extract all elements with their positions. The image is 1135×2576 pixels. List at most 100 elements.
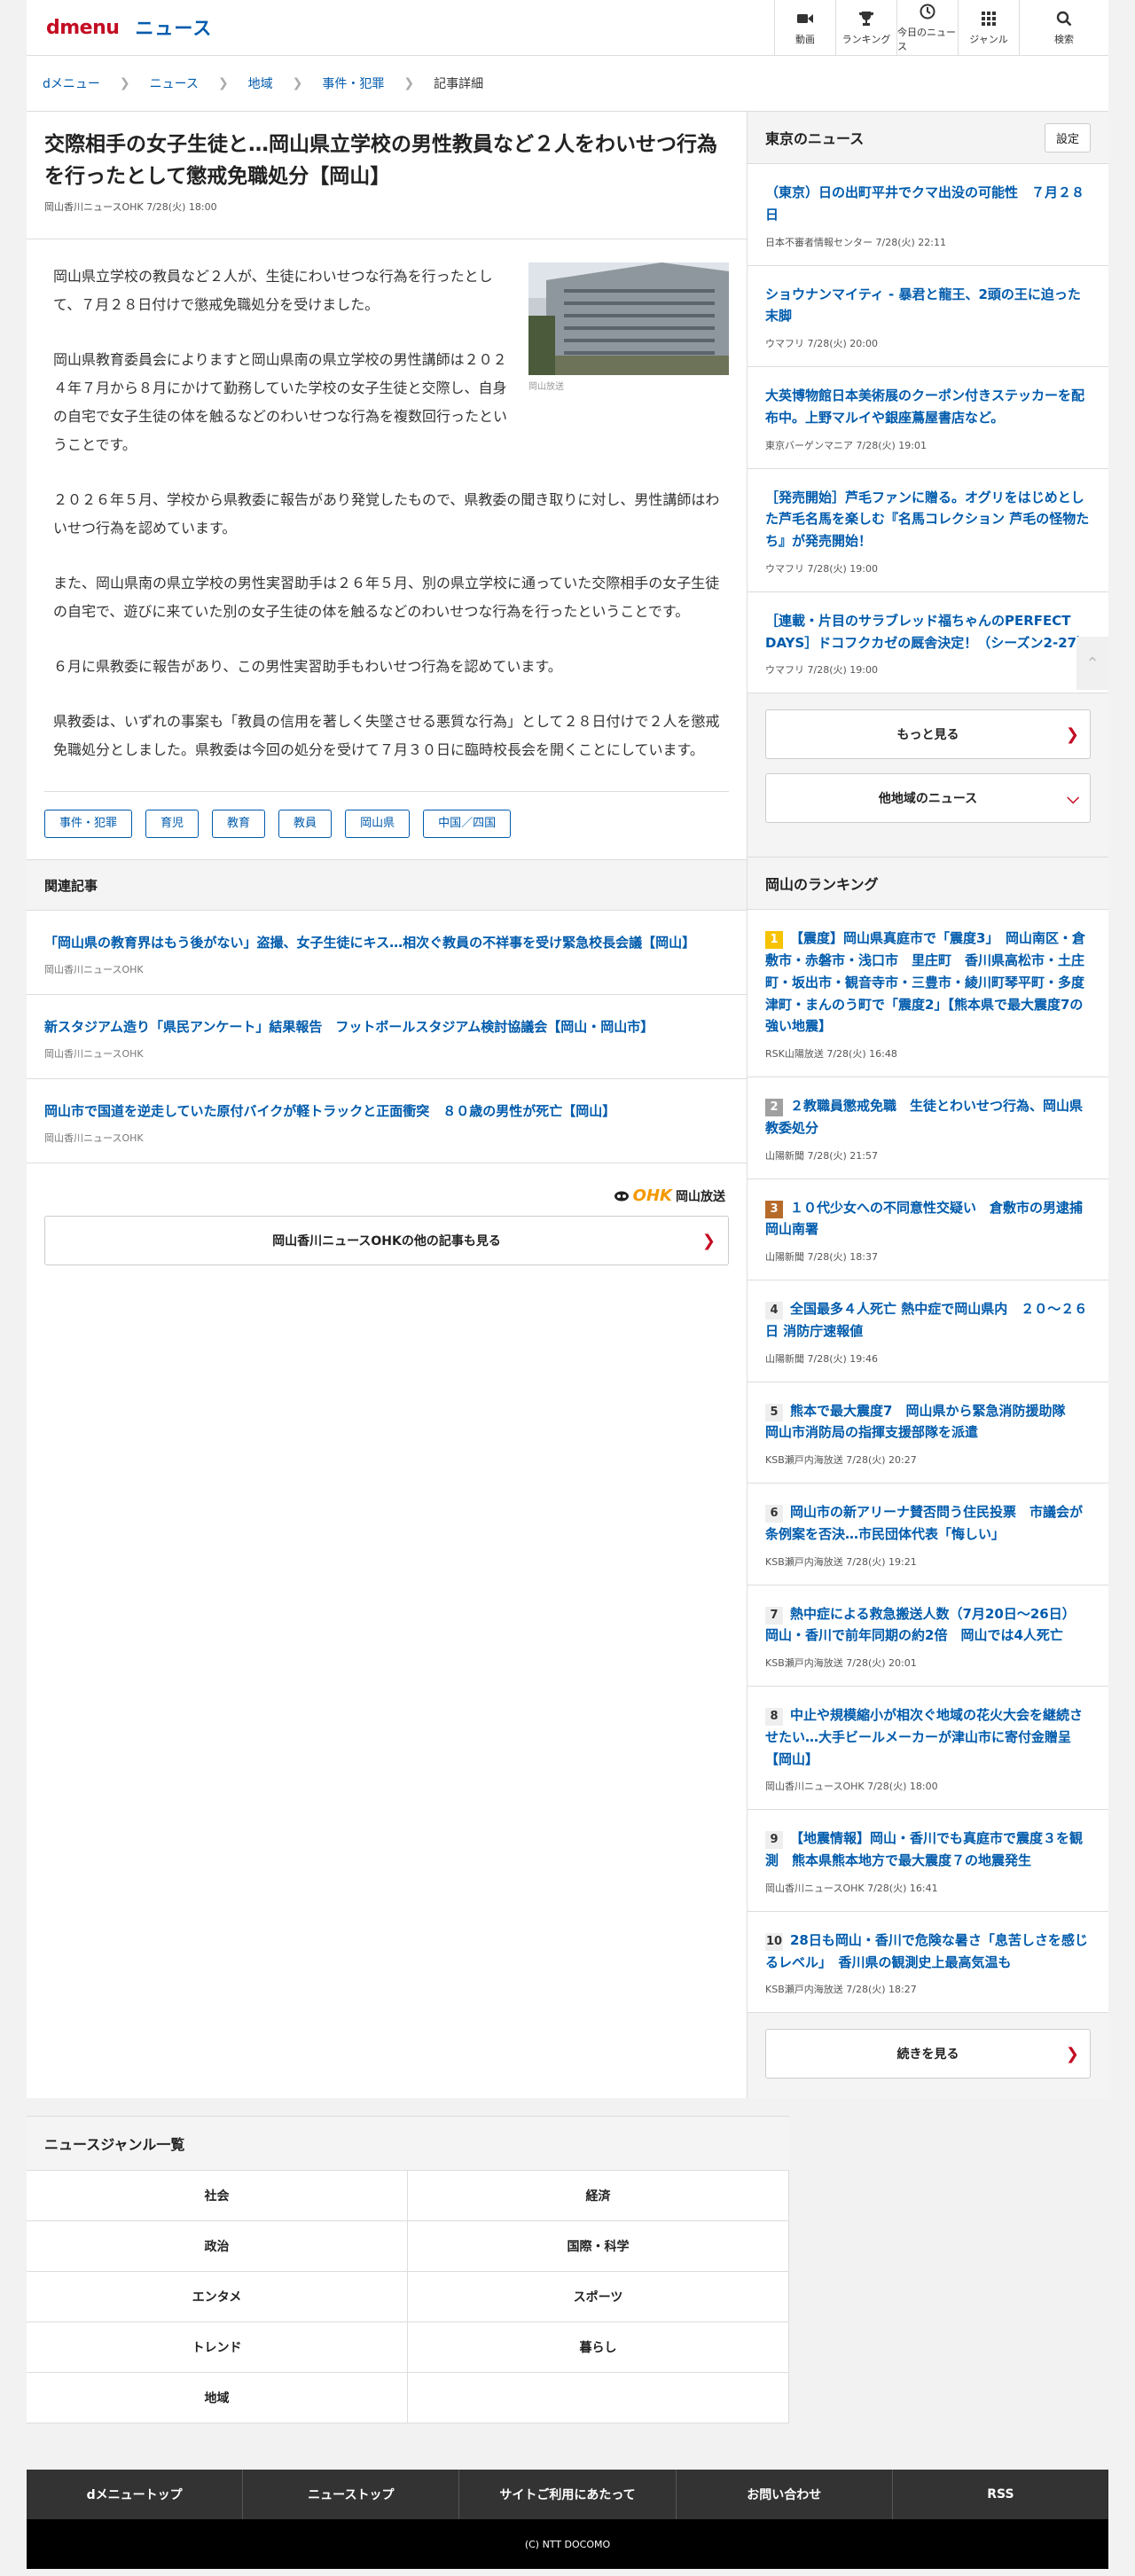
building-photo[interactable] (528, 262, 729, 376)
nav-search[interactable]: 検索 (1019, 0, 1108, 55)
ranking-title-text[interactable]: 中止や規模縮小が相次ぐ地域の花火大会を継続させたい…大手ビールメーカーが津山市に… (765, 1707, 1083, 1767)
tag-okayama[interactable]: 岡山県 (345, 810, 411, 839)
genre-society[interactable]: 社会 (27, 2171, 408, 2222)
footer-contact[interactable]: お問い合わせ (677, 2470, 893, 2520)
ranking-title[interactable]: 4 全国最多４人死亡 熱中症で岡山県内 ２０～２６日 消防庁速報値 (765, 1298, 1091, 1343)
ranking-title[interactable]: 3 １０代少女への不同意性交疑い 倉敷市の男逮捕 岡山南署 (765, 1197, 1091, 1241)
dmenu-logo[interactable]: dmenu (46, 17, 120, 39)
tag-education[interactable]: 教育 (212, 810, 266, 839)
related-item[interactable]: 新スタジアム造り「県民アンケート」結果報告 フットボールスタジアム検討協議会【岡… (27, 995, 747, 1080)
news-logo[interactable]: ニュース (135, 14, 212, 41)
tokyo-news-item[interactable]: ［連載・片目のサラブレッド福ちゃんのPERFECT DAYS］ドコフクカゼの厩舎… (748, 591, 1108, 694)
tokyo-news-title[interactable]: 大英博物館日本美術展のクーポン付きステッカーを配布中。上野マルイや銀座蔦屋書店な… (765, 385, 1091, 429)
ranking-title[interactable]: 9 【地震情報】岡山・香川でも真庭市で震度３を観測 熊本県熊本地方で最大震度７の地… (765, 1828, 1091, 1872)
site-header: dmenu ニュース 動画 ランキング 今日のニュース ジャンル 検索 (27, 0, 1108, 56)
ranking-title-text[interactable]: 岡山市の新アリーナ賛否問う住民投票 市議会が条例案を否決…市民団体代表「悔しい」 (765, 1504, 1083, 1542)
breadcrumb-dmenu[interactable]: dメニュー (43, 74, 100, 92)
rank-badge: 7 (765, 1606, 783, 1625)
ranking-item[interactable]: 9 【地震情報】岡山・香川でも真庭市で震度３を観測 熊本県熊本地方で最大震度７の地… (748, 1810, 1108, 1912)
ranking-title[interactable]: 10 28日も岡山・香川で危険な暑さ「息苦しさを感じるレベル」 香川県の観測史上最… (765, 1930, 1091, 1974)
header-nav: 動画 ランキング 今日のニュース ジャンル 検索 (774, 0, 1108, 55)
nav-video[interactable]: 動画 (774, 0, 835, 55)
ranking-title-text[interactable]: 熱中症による救急搬送人数（7月20日～26日） 岡山・香川で前年同期の約2倍 岡… (765, 1606, 1082, 1644)
ranking-item[interactable]: 10 28日も岡山・香川で危険な暑さ「息苦しさを感じるレベル」 香川県の観測史上最… (748, 1911, 1108, 2014)
more-ranking-button[interactable]: 続きを見る ❯ (765, 2029, 1091, 2079)
tag-childcare[interactable]: 育児 (145, 810, 200, 839)
scroll-top-button[interactable]: ⌃ (1076, 637, 1108, 690)
ranking-title-text[interactable]: 全国最多４人死亡 熱中症で岡山県内 ２０～２６日 消防庁速報値 (765, 1301, 1087, 1339)
ranking-meta: 岡山香川ニュースOHK 7/28(火) 16:41 (765, 1882, 938, 1894)
clock-icon (919, 3, 936, 20)
nav-genre[interactable]: ジャンル (958, 0, 1019, 55)
ranking-title[interactable]: 7 熱中症による救急搬送人数（7月20日～26日） 岡山・香川で前年同期の約2倍 … (765, 1603, 1091, 1648)
genre-region[interactable]: 地域 (27, 2373, 408, 2424)
ranking-title[interactable]: 1 【震度】岡山県真庭市で「震度3」 岡山南区・倉敷市・赤磐市・浅口市 里庄町 香… (765, 928, 1091, 1037)
rank-badge: 2 (765, 1099, 783, 1116)
ranking-item[interactable]: 3 １０代少女への不同意性交疑い 倉敷市の男逮捕 岡山南署 山陽新聞 7/28(火… (748, 1178, 1108, 1280)
related-item[interactable]: 岡山市で国道を逆走していた原付バイクが軽トラックと正面衝突 ８０歳の男性が死亡【… (27, 1079, 747, 1164)
ranking-title-text[interactable]: ２教職員懲戒免職 生徒とわいせつ行為、岡山県教委処分 (765, 1098, 1083, 1136)
ranking-item[interactable]: 1 【震度】岡山県真庭市で「震度3」 岡山南区・倉敷市・赤磐市・浅口市 里庄町 香… (748, 910, 1108, 1077)
genre-trend[interactable]: トレンド (27, 2322, 408, 2374)
tokyo-news-item[interactable]: ［発売開始］芦毛ファンに贈る。オグリをはじめとした芦毛名馬を楽しむ『名馬コレクシ… (748, 468, 1108, 592)
tokyo-news-title[interactable]: ［発売開始］芦毛ファンに贈る。オグリをはじめとした芦毛名馬を楽しむ『名馬コレクシ… (765, 487, 1091, 552)
nav-today[interactable]: 今日のニュース (896, 0, 958, 55)
more-articles-button[interactable]: 岡山香川ニュースOHKの他の記事も見る ❯ (44, 1216, 729, 1266)
footer-news-top[interactable]: ニューストップ (243, 2470, 460, 2520)
ranking-item[interactable]: 4 全国最多４人死亡 熱中症で岡山県内 ２０～２６日 消防庁速報値 山陽新聞 7/… (748, 1280, 1108, 1382)
chevron-right-icon: ❯ (119, 76, 130, 90)
ranking-title-text[interactable]: 【震度】岡山県真庭市で「震度3」 岡山南区・倉敷市・赤磐市・浅口市 里庄町 香川… (765, 930, 1085, 1034)
more-ranking-label: 続きを見る (896, 2047, 959, 2063)
logo[interactable]: dmenu ニュース (27, 14, 212, 41)
ranking-item[interactable]: 8 中止や規模縮小が相次ぐ地域の花火大会を継続させたい…大手ビールメーカーが津山市… (748, 1687, 1108, 1811)
ranking-meta: KSB瀬戸内海放送 7/28(火) 18:27 (765, 1984, 917, 1996)
ranking-title-text[interactable]: 熊本で最大震度7 岡山県から緊急消防援助隊 岡山市消防局の指揮支援部隊を派遣 (765, 1403, 1078, 1441)
other-region-label: 他地域のニュース (878, 792, 978, 807)
nav-ranking[interactable]: ランキング (835, 0, 896, 55)
genre-economy[interactable]: 経済 (408, 2171, 789, 2222)
ranking-item[interactable]: 6 岡山市の新アリーナ賛否問う住民投票 市議会が条例案を否決…市民団体代表「悔しい… (748, 1484, 1108, 1586)
genre-international[interactable]: 国際・科学 (408, 2221, 789, 2273)
setting-button[interactable]: 設定 (1044, 122, 1091, 153)
ranking-title[interactable]: 5 熊本で最大震度7 岡山県から緊急消防援助隊 岡山市消防局の指揮支援部隊を派遣 (765, 1400, 1091, 1445)
tokyo-news-title[interactable]: ［連載・片目のサラブレッド福ちゃんのPERFECT DAYS］ドコフクカゼの厩舎… (765, 610, 1091, 654)
photo-caption: 岡山放送 (528, 382, 564, 393)
ranking-item[interactable]: 5 熊本で最大震度7 岡山県から緊急消防援助隊 岡山市消防局の指揮支援部隊を派遣 … (748, 1382, 1108, 1484)
footer-terms[interactable]: サイトご利用にあたって (459, 2470, 677, 2520)
more-tokyo-button[interactable]: もっと見る ❯ (765, 709, 1091, 760)
breadcrumb-region[interactable]: 地域 (248, 74, 273, 92)
tag-crime[interactable]: 事件・犯罪 (44, 810, 133, 839)
genre-sports[interactable]: スポーツ (408, 2272, 789, 2323)
tokyo-news-item[interactable]: ショウナンマイティ - 暴君と龍王、2頭の王に迫った末脚 ウマフリ 7/28(火… (748, 265, 1108, 367)
ranking-title[interactable]: 6 岡山市の新アリーナ賛否問う住民投票 市議会が条例案を否決…市民団体代表「悔しい… (765, 1501, 1091, 1546)
genre-entertainment[interactable]: エンタメ (27, 2272, 408, 2323)
ranking-item[interactable]: 2 ２教職員懲戒免職 生徒とわいせつ行為、岡山県教委処分 山陽新聞 7/28(火)… (748, 1077, 1108, 1179)
ranking-item[interactable]: 7 熱中症による救急搬送人数（7月20日～26日） 岡山・香川で前年同期の約2倍 … (748, 1585, 1108, 1687)
footer-dmenu-top[interactable]: dメニュートップ (27, 2470, 244, 2520)
related-title[interactable]: 岡山市で国道を逆走していた原付バイクが軽トラックと正面衝突 ８０歳の男性が死亡【… (44, 1100, 729, 1122)
tokyo-news-item[interactable]: （東京）日の出町平井でクマ出没の可能性 ７月２８日 日本不審者情報センター 7/… (748, 164, 1108, 266)
tokyo-news-title[interactable]: （東京）日の出町平井でクマ出没の可能性 ７月２８日 (765, 182, 1091, 226)
ranking-title[interactable]: 2 ２教職員懲戒免職 生徒とわいせつ行為、岡山県教委処分 (765, 1095, 1091, 1139)
tokyo-news-title[interactable]: ショウナンマイティ - 暴君と龍王、2頭の王に迫った末脚 (765, 284, 1091, 328)
ohk-logo: OHK (632, 1186, 672, 1206)
related-title[interactable]: 「岡山県の教育界はもう後がない」盗撮、女子生徒にキス…相次ぐ教員の不祥事を受け緊… (44, 932, 729, 953)
chevron-right-icon: ❯ (1065, 2044, 1079, 2063)
breadcrumb-news[interactable]: ニュース (150, 74, 199, 92)
related-item[interactable]: 「岡山県の教育界はもう後がない」盗撮、女子生徒にキス…相次ぐ教員の不祥事を受け緊… (27, 911, 747, 996)
ranking-title-text[interactable]: 28日も岡山・香川で危険な暑さ「息苦しさを感じるレベル」 香川県の観測史上最高気… (765, 1932, 1088, 1970)
tokyo-news-item[interactable]: 大英博物館日本美術展のクーポン付きステッカーを配布中。上野マルイや銀座蔦屋書店な… (748, 367, 1108, 469)
ranking-title-text[interactable]: 【地震情報】岡山・香川でも真庭市で震度３を観測 熊本県熊本地方で最大震度７の地震… (765, 1830, 1083, 1868)
tag-chugoku-shikoku[interactable]: 中国／四国 (423, 810, 512, 839)
tag-teacher[interactable]: 教員 (278, 810, 333, 839)
genre-life[interactable]: 暮らし (408, 2322, 789, 2374)
article-photo[interactable]: 岡山放送 (528, 262, 729, 396)
ranking-title[interactable]: 8 中止や規模縮小が相次ぐ地域の花火大会を継続させたい…大手ビールメーカーが津山市… (765, 1704, 1091, 1770)
footer-rss[interactable]: RSS (893, 2470, 1108, 2519)
nav-ranking-label: ランキング (841, 33, 891, 45)
ranking-title-text[interactable]: １０代少女への不同意性交疑い 倉敷市の男逮捕 岡山南署 (765, 1200, 1083, 1238)
breadcrumb-crime[interactable]: 事件・犯罪 (322, 74, 384, 92)
related-title[interactable]: 新スタジアム造り「県民アンケート」結果報告 フットボールスタジアム検討協議会【岡… (44, 1016, 729, 1037)
genre-politics[interactable]: 政治 (27, 2221, 408, 2273)
other-region-button[interactable]: 他地域のニュース ⌵ (765, 773, 1091, 824)
